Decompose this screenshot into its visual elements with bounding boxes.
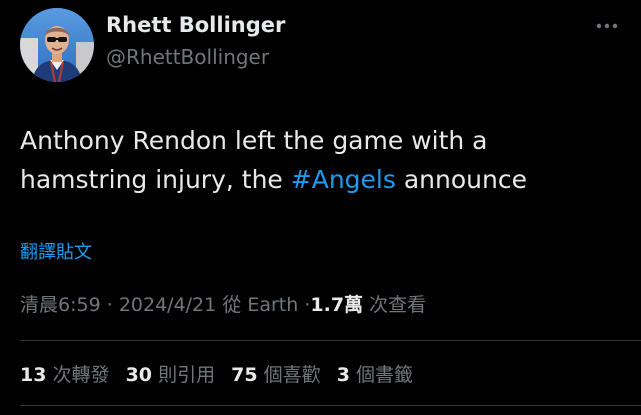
reposts-count: 13 [20,364,47,386]
tweet-text-after: announce [395,165,527,194]
divider [20,405,641,406]
more-horizontal-icon [596,23,618,29]
quotes-count: 30 [125,364,153,386]
tweet-text: Anthony Rendon left the game with a hams… [20,121,620,199]
likes-stat[interactable]: 75 個喜歡 [231,360,321,387]
tweet-card: Rhett Bollinger @RhettBollinger Anthony … [0,0,641,415]
divider [20,340,641,341]
views-count: 1.7萬 [310,294,364,316]
bookmarks-stat[interactable]: 3 個書籤 [337,360,413,387]
bookmarks-label: 個書籤 [355,364,413,386]
views-label: 次查看 [369,294,427,316]
quotes-stat[interactable]: 30 則引用 [126,360,216,387]
post-location: 從 Earth [222,294,299,316]
tweet-metadata: 清晨6:59 · 2024/4/21 從 Earth ·1.7萬 次查看 [20,290,426,317]
likes-count: 75 [231,364,258,386]
meta-separator: · [106,294,113,316]
author-display-name[interactable]: Rhett Bollinger [106,13,285,37]
avatar[interactable] [20,8,94,82]
hashtag-link[interactable]: #Angels [291,165,396,194]
engagement-stats: 13 次轉發 30 則引用 75 個喜歡 3 個書籤 [20,360,423,387]
profile-photo-icon [20,8,94,82]
translate-post-link[interactable]: 翻譯貼文 [20,238,92,264]
reposts-stat[interactable]: 13 次轉發 [20,360,110,387]
author-handle[interactable]: @RhettBollinger [106,45,269,69]
reposts-label: 次轉發 [52,364,110,386]
quotes-label: 則引用 [158,364,216,386]
more-options-button[interactable] [592,14,622,38]
bookmarks-count: 3 [336,364,350,386]
timestamp-date[interactable]: 2024/4/21 [119,294,216,316]
likes-label: 個喜歡 [263,364,321,386]
timestamp-time[interactable]: 清晨6:59 [20,294,101,316]
